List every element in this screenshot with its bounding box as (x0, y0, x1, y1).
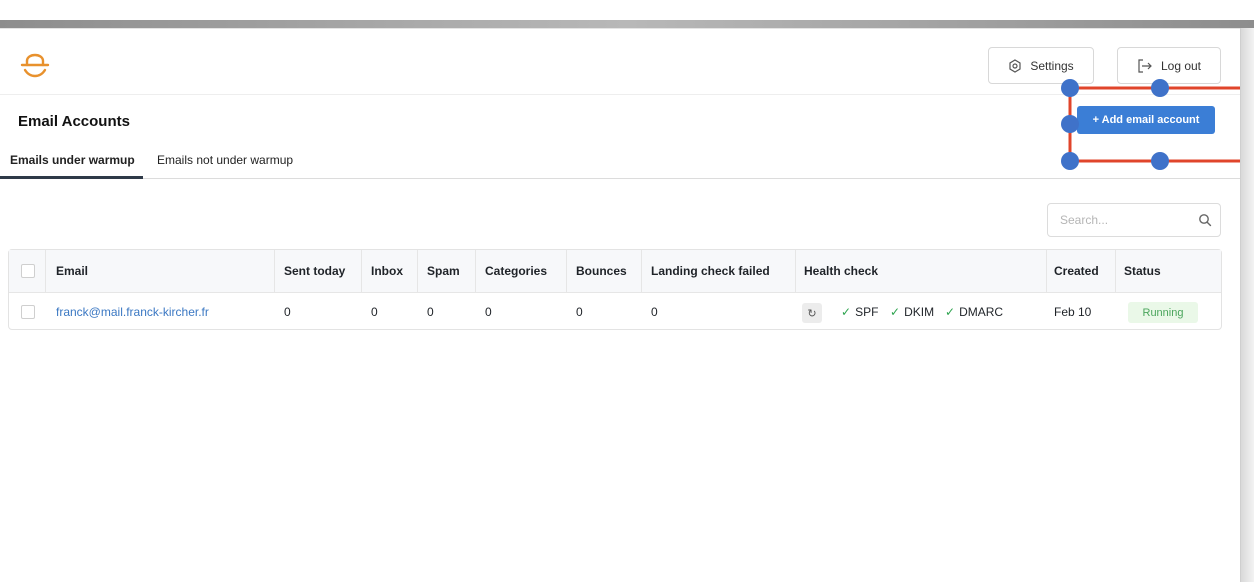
tabs: Emails under warmup Emails not under war… (0, 147, 1240, 179)
logo-icon[interactable] (20, 47, 50, 83)
right-window-edge (1240, 28, 1254, 582)
col-health-check[interactable]: Health check (804, 264, 878, 278)
search-input[interactable] (1048, 204, 1188, 236)
check-icon: ✓ (945, 305, 956, 319)
search-box (1047, 203, 1221, 237)
active-tab-indicator (0, 176, 143, 179)
col-spam[interactable]: Spam (427, 264, 460, 278)
health-dkim-label: DKIM (904, 305, 935, 319)
table-row[interactable]: franck@mail.franck-kircher.fr 0 0 0 0 0 … (9, 294, 1221, 330)
check-icon: ✓ (841, 305, 852, 319)
email-link[interactable]: franck@mail.franck-kircher.fr (56, 305, 209, 319)
app-frame: Settings Log out Email Accounts + Add em… (0, 28, 1240, 582)
settings-button[interactable]: Settings (988, 47, 1094, 84)
settings-gear-icon (1009, 58, 1021, 73)
col-status[interactable]: Status (1124, 264, 1161, 278)
cell-categories: 0 (485, 305, 492, 319)
health-dmarc-label: DMARC (959, 305, 1004, 319)
settings-label: Settings (1030, 58, 1074, 73)
column-divider (1115, 250, 1116, 293)
health-dkim: ✓ DKIM (890, 305, 934, 319)
column-divider (475, 250, 476, 293)
col-categories[interactable]: Categories (485, 264, 547, 278)
health-spf: ✓ SPF (841, 305, 878, 319)
cell-landing-check-failed: 0 (651, 305, 658, 319)
column-divider (795, 250, 796, 293)
add-email-account-button[interactable]: + Add email account (1077, 106, 1215, 134)
col-bounces[interactable]: Bounces (576, 264, 627, 278)
health-dmarc: ✓ DMARC (945, 305, 1003, 319)
column-divider (641, 250, 642, 293)
cell-inbox: 0 (371, 305, 378, 319)
email-accounts-table: Email Sent today Inbox Spam Categories B… (8, 249, 1222, 330)
select-all-checkbox[interactable] (21, 264, 35, 278)
col-landing-check-failed[interactable]: Landing check failed (651, 264, 770, 278)
check-icon: ✓ (890, 305, 901, 319)
page-title: Email Accounts (18, 113, 130, 130)
tab-emails-under-warmup[interactable]: Emails under warmup (10, 153, 135, 167)
status-badge: Running (1128, 302, 1198, 323)
tab-emails-not-under-warmup[interactable]: Emails not under warmup (157, 153, 293, 167)
column-divider (361, 250, 362, 293)
table-header: Email Sent today Inbox Spam Categories B… (9, 250, 1221, 293)
column-divider (45, 250, 46, 293)
window-gradient-bar (0, 20, 1254, 28)
column-divider (566, 250, 567, 293)
col-created[interactable]: Created (1054, 264, 1099, 278)
col-sent-today[interactable]: Sent today (284, 264, 345, 278)
health-spf-label: SPF (855, 305, 879, 319)
col-inbox[interactable]: Inbox (371, 264, 403, 278)
column-divider (274, 250, 275, 293)
column-divider (1046, 250, 1047, 293)
cell-created: Feb 10 (1054, 305, 1092, 319)
logout-icon (1138, 58, 1152, 73)
cell-sent-today: 0 (284, 305, 291, 319)
refresh-icon[interactable]: ↻ (802, 303, 822, 323)
search-icon[interactable] (1198, 213, 1212, 227)
cell-bounces: 0 (576, 305, 583, 319)
column-divider (417, 250, 418, 293)
cell-spam: 0 (427, 305, 434, 319)
logout-label: Log out (1160, 58, 1202, 73)
col-email[interactable]: Email (56, 264, 88, 278)
header: Settings Log out (0, 29, 1240, 95)
row-checkbox[interactable] (21, 305, 35, 319)
logout-button[interactable]: Log out (1117, 47, 1221, 84)
